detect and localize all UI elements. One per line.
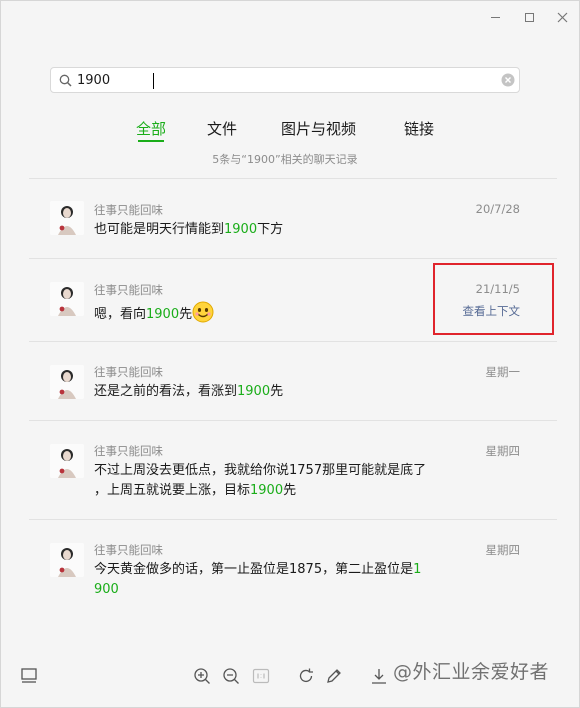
divider <box>29 341 557 342</box>
rotate-icon <box>299 668 313 683</box>
keyword-highlight: 1900 <box>237 384 271 399</box>
zoom-in-icon <box>194 668 210 684</box>
divider <box>29 519 557 520</box>
sender-name: 往事只能回味 <box>94 444 163 458</box>
maximize-button[interactable] <box>519 7 539 27</box>
avatar <box>50 543 84 577</box>
sender-name: 往事只能回味 <box>94 365 163 379</box>
watermark: @外汇业余爱好者 <box>393 661 550 683</box>
active-tab-indicator <box>138 140 164 142</box>
message-text: 也可能是明天行情能到1900下方 <box>94 222 284 237</box>
message-text: 不过上周没去更低点，我就给你说1757那里可能就是底了 ，上周五就说要上涨，目标1… <box>94 463 427 498</box>
keyword-highlight: 900 <box>94 582 119 597</box>
rotate-button[interactable] <box>295 665 317 687</box>
actual-size-icon <box>252 668 270 684</box>
close-icon <box>557 12 567 22</box>
result-summary: 5条与“1900”相关的聊天记录 <box>212 153 358 166</box>
download-button[interactable] <box>368 665 390 687</box>
minimize-button[interactable] <box>485 7 505 27</box>
message-date: 20/7/28 <box>475 202 520 216</box>
message-text: 嗯，看向1900先 <box>94 301 464 325</box>
chat-history-search-window: 全部 文件 图片与视频 链接 5条与“1900”相关的聊天记录 往事只能回味 2… <box>0 0 580 708</box>
minimize-icon <box>490 16 500 18</box>
divider <box>29 178 557 179</box>
divider <box>29 258 557 259</box>
avatar <box>50 365 84 399</box>
keyword-highlight: 1900 <box>146 307 180 322</box>
download-icon <box>372 669 386 684</box>
zoom-out-icon <box>223 668 239 684</box>
keyword-highlight: 1900 <box>224 222 258 237</box>
keyword-highlight: 1 <box>413 562 422 577</box>
close-button[interactable] <box>552 7 572 27</box>
keyword-highlight: 1900 <box>250 483 284 498</box>
sidebar-toggle-icon <box>21 668 37 683</box>
maximize-icon <box>524 12 534 22</box>
sidebar-toggle-button[interactable] <box>18 665 40 687</box>
message-text: 还是之前的看法，看涨到1900先 <box>94 384 284 399</box>
tab-files[interactable]: 文件 <box>207 118 237 139</box>
tab-links[interactable]: 链接 <box>404 118 434 139</box>
zoom-out-button[interactable] <box>220 665 242 687</box>
actual-size-button[interactable] <box>250 665 272 687</box>
avatar <box>50 444 84 478</box>
search-box[interactable] <box>50 67 520 93</box>
annotation-highlight-box <box>433 263 554 335</box>
sender-name: 往事只能回味 <box>94 203 163 217</box>
edit-button[interactable] <box>323 665 345 687</box>
search-icon <box>59 74 72 87</box>
tab-images-videos[interactable]: 图片与视频 <box>281 118 356 139</box>
edit-icon <box>327 669 341 683</box>
sender-name: 往事只能回味 <box>94 283 163 297</box>
avatar <box>50 282 84 316</box>
message-date: 星期四 <box>485 444 521 458</box>
zoom-in-button[interactable] <box>191 665 213 687</box>
smile-emoji-icon <box>192 301 214 323</box>
clear-search-icon[interactable] <box>501 73 515 87</box>
avatar <box>50 201 84 235</box>
divider <box>29 420 557 421</box>
sender-name: 往事只能回味 <box>94 543 163 557</box>
search-input[interactable] <box>77 70 497 90</box>
tab-all[interactable]: 全部 <box>136 118 166 139</box>
message-text: 今天黄金做多的话，第一止盈位是1875，第二止盈位是1 900 <box>94 562 422 597</box>
text-caret <box>153 73 154 89</box>
message-date: 星期四 <box>485 543 521 557</box>
message-date: 星期一 <box>485 365 521 379</box>
